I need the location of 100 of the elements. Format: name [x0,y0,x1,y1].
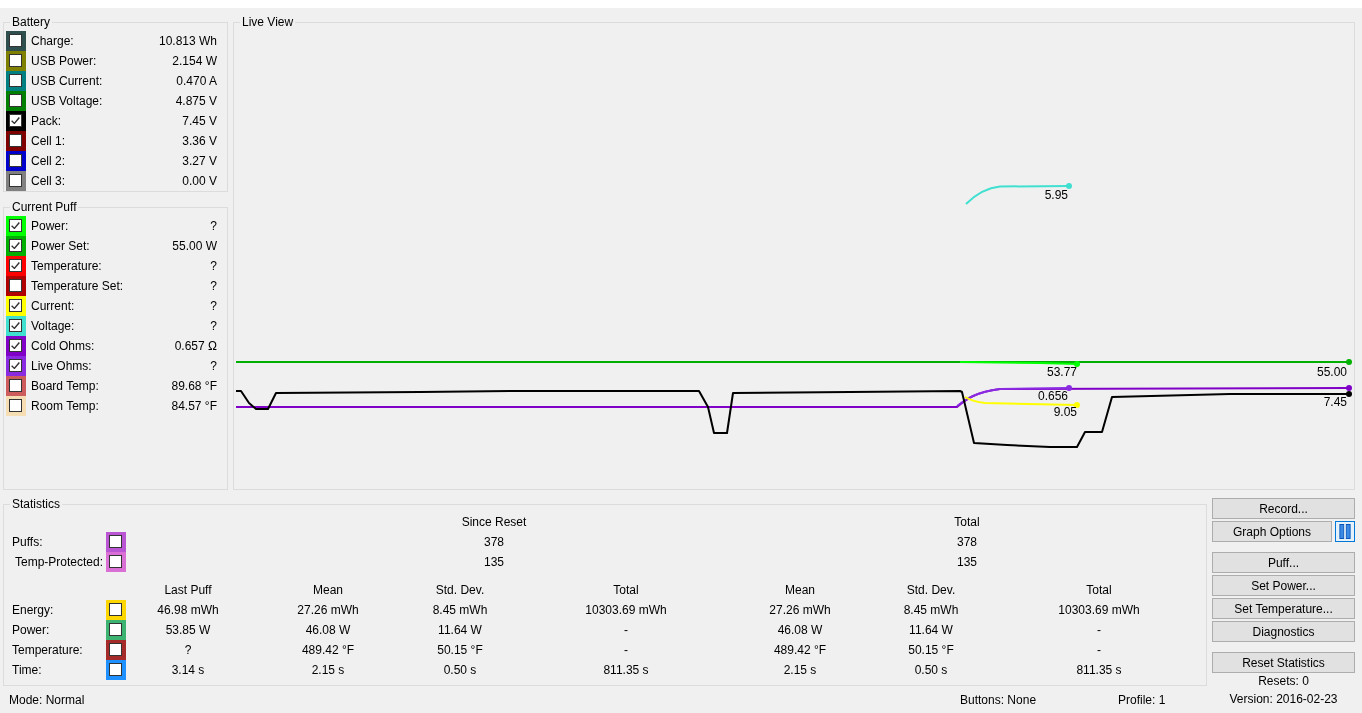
table-cell-text: 27.26 mWh [768,603,832,617]
table-cell-text: 8.45 mWh [431,603,489,617]
checkbox[interactable] [106,552,126,572]
action-button[interactable]: Reset Statistics [1212,652,1355,673]
column-header: Since Reset [460,515,528,529]
table-cell-text: - [1096,623,1102,637]
checkbox[interactable] [6,316,26,336]
checkbox[interactable] [6,171,26,191]
row-value: ? [210,319,217,333]
checkbox[interactable] [6,336,26,356]
table-cell-text: 11.64 W [437,623,483,637]
table-cell-text: 50.15 °F [436,643,484,657]
action-button[interactable]: Record... [1212,498,1355,519]
checkbox[interactable] [6,216,26,236]
checkbox[interactable] [6,111,26,131]
checkmark-icon [11,322,20,329]
row-value: 84.57 °F [171,399,217,413]
row-label: Power: [31,219,70,233]
action-button[interactable]: Diagnostics [1212,621,1355,642]
value-label: 55.00 [1316,365,1347,379]
table-cell-text: 378 [956,535,978,549]
row-label: Energy: [11,603,55,617]
table-cell-text: 8.45 mWh [902,603,960,617]
value-label: 0.656 [1037,389,1068,403]
checkmark-icon [11,342,20,349]
column-header: Mean [312,583,344,597]
checkbox[interactable] [6,91,26,111]
table-cell-text: 11.64 W [908,623,954,637]
checkbox[interactable] [6,151,26,171]
checkbox[interactable] [6,376,26,396]
action-button[interactable]: Puff... [1212,552,1355,573]
row-label: Cell 3: [31,174,66,188]
row-value: 2.154 W [172,54,217,68]
checkbox[interactable] [6,256,26,276]
table-cell-text: 135 [483,555,505,569]
value-label: 7.45 [1323,395,1347,409]
version-status: Version: 2016-02-23 [1228,692,1339,706]
row-value: 10.813 Wh [158,34,217,48]
row-value: 3.36 V [182,134,217,148]
table-cell-text: 3.14 s [170,663,206,677]
row-value: ? [210,299,217,313]
row-value: 4.875 V [175,94,217,108]
checkmark-icon [11,362,20,369]
row-label: Current: [31,299,76,313]
checkbox[interactable] [106,660,126,680]
checkbox[interactable] [6,396,26,416]
table-cell-text: 811.35 s [602,663,650,677]
checkbox[interactable] [6,51,26,71]
table-cell-text: 10303.69 mWh [584,603,668,617]
value-label: 5.95 [1044,188,1068,202]
row-label: Power Set: [31,239,91,253]
row-label: USB Power: [31,54,98,68]
action-button[interactable]: Set Power... [1212,575,1355,596]
row-label: Cell 2: [31,154,66,168]
column-header: Total [953,515,981,529]
row-label: Pack: [31,114,62,128]
row-value: 0.657 Ω [174,339,217,353]
mode-status: Mode: Normal [9,692,86,707]
row-value: ? [210,359,217,373]
table-cell-text: 2.15 s [310,663,346,677]
checkmark-icon [11,117,20,124]
row-label: Temperature: [11,643,84,657]
checkbox[interactable] [106,600,126,620]
table-cell-text: 50.15 °F [907,643,955,657]
checkbox[interactable] [106,532,126,552]
column-header: Total [1085,583,1113,597]
checkbox[interactable] [6,276,26,296]
table-cell-text: 135 [956,555,978,569]
action-button[interactable]: Set Temperature... [1212,598,1355,619]
checkbox[interactable] [6,296,26,316]
row-value: ? [210,279,217,293]
row-label: Time: [11,663,43,677]
checkmark-icon [11,262,20,269]
buttons-status: Buttons: None [960,692,1038,707]
row-value: 89.68 °F [171,379,217,393]
row-value: ? [210,219,217,233]
checkbox[interactable] [106,640,126,660]
checkbox[interactable] [106,620,126,640]
column-header: Total [612,583,640,597]
graph-options-button[interactable]: Graph Options [1212,521,1332,542]
row-value: 0.470 A [176,74,217,88]
checkbox[interactable] [6,236,26,256]
column-header: Mean [784,583,816,597]
profile-status: Profile: 1 [1118,692,1167,707]
checkbox[interactable] [6,71,26,91]
table-cell-text: 46.08 W [304,623,352,637]
row-label: Board Temp: [31,379,100,393]
checkbox[interactable] [6,31,26,51]
table-cell-text: 489.42 °F [300,643,356,657]
checkmark-icon [11,222,20,229]
checkbox[interactable] [6,131,26,151]
panel-title: Live View [241,15,295,29]
checkmark-icon [11,242,20,249]
value-label: 9.05 [1053,405,1077,419]
checkbox[interactable] [6,356,26,376]
row-label: Puffs: [11,535,44,549]
table-cell-text: 46.08 W [776,623,824,637]
pause-button[interactable] [1335,521,1355,542]
row-value: ? [210,259,217,273]
row-value: 7.45 V [182,114,217,128]
